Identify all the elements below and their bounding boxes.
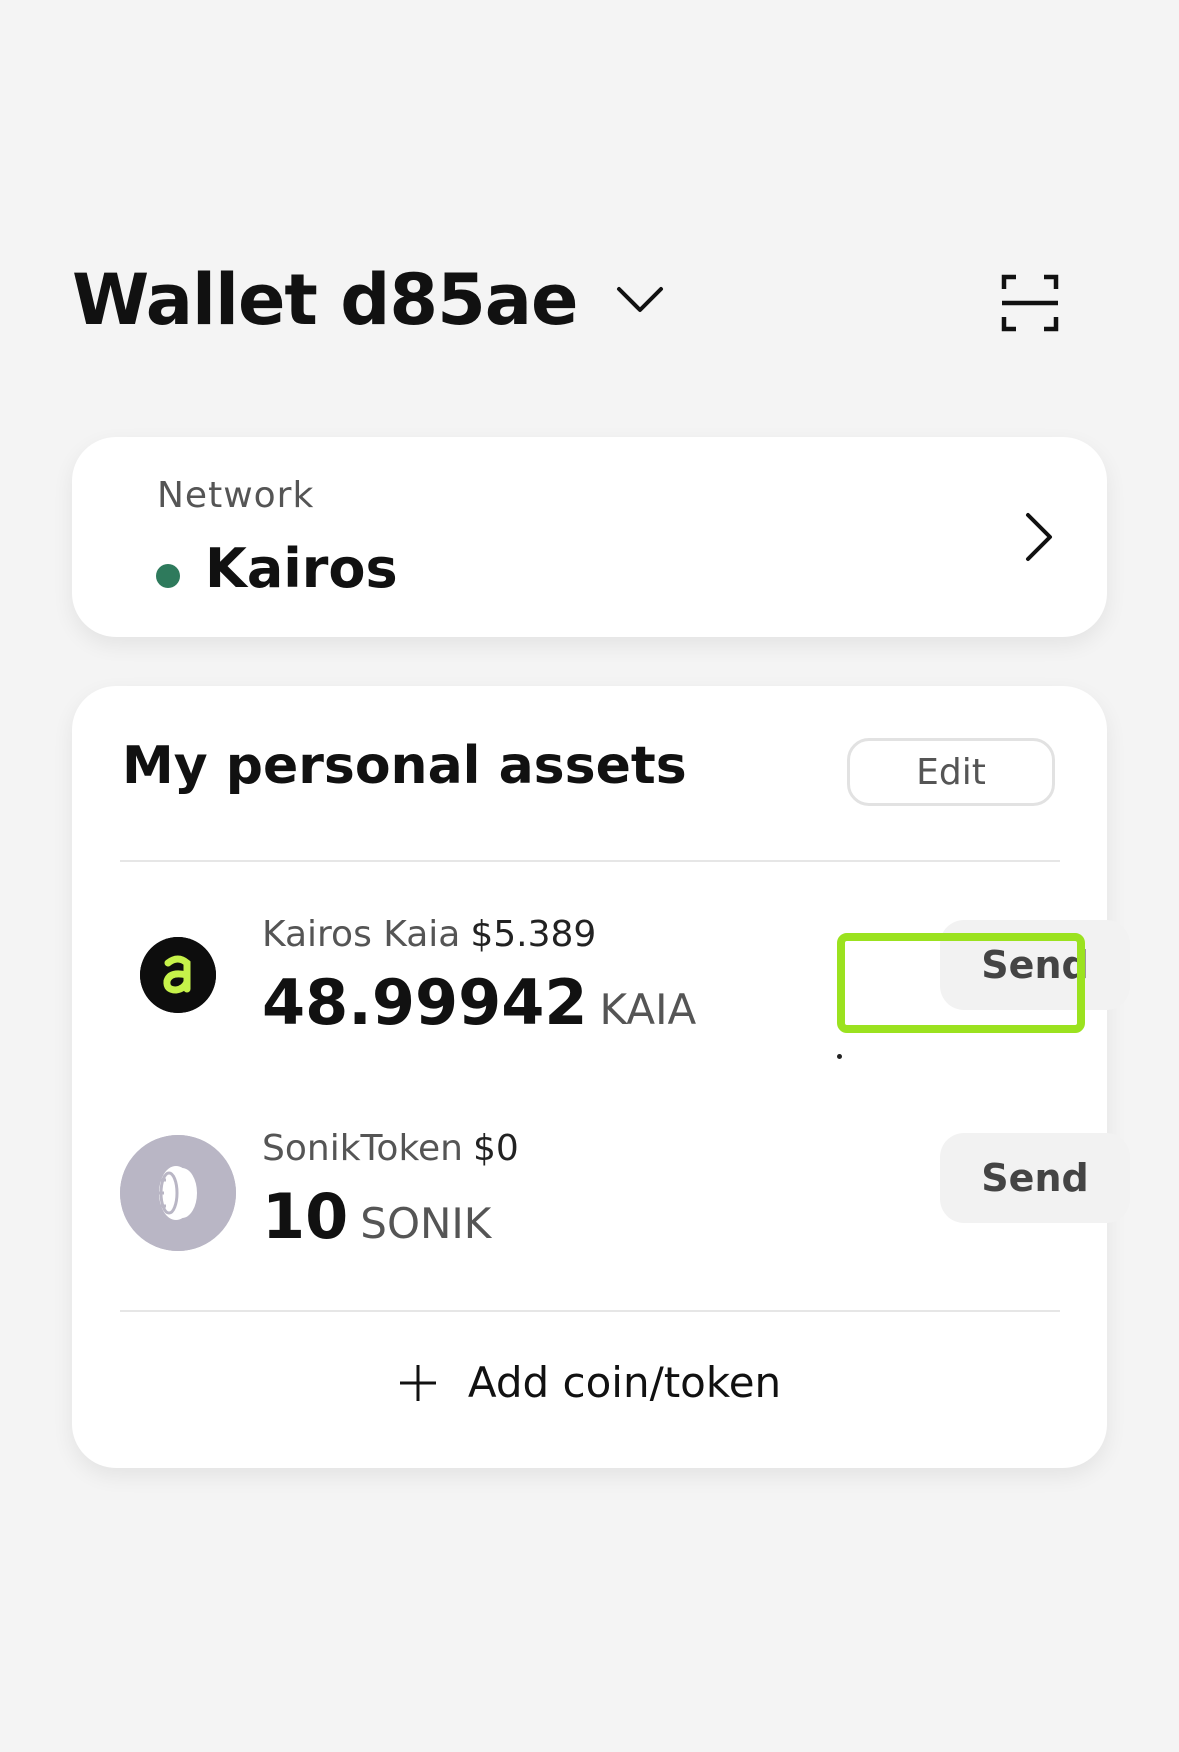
add-token-label: Add coin/token — [467, 1358, 782, 1407]
token-symbol: KAIA — [599, 985, 697, 1034]
token-coin-icon — [120, 1135, 236, 1251]
add-coin-token-button[interactable]: Add coin/token — [72, 1358, 1107, 1407]
token-symbol: SONIK — [360, 1199, 492, 1248]
token-price: $5.389 — [470, 914, 597, 955]
assets-title: My personal assets — [122, 736, 687, 796]
send-button[interactable]: Send — [940, 1133, 1130, 1223]
plus-icon — [398, 1363, 438, 1403]
wallet-selector[interactable]: Wallet d85ae — [72, 255, 667, 345]
token-amount: 10 — [262, 1180, 349, 1253]
token-amount-line: 48.99942 KAIA — [262, 966, 696, 1039]
asset-row-sonik[interactable]: SonikToken $0 10 SONIK Send — [120, 1128, 1130, 1258]
token-price: $0 — [472, 1128, 519, 1169]
token-name: Kairos Kaia — [262, 914, 461, 955]
token-amount-line: 10 SONIK — [262, 1180, 491, 1253]
cursor-dot — [837, 1054, 842, 1059]
network-card[interactable]: Network Kairos — [72, 437, 1107, 637]
kaia-logo-icon — [140, 937, 216, 1013]
wallet-title: Wallet d85ae — [72, 259, 578, 341]
token-name-line: Kairos Kaia $5.389 — [262, 914, 596, 955]
wallet-header: Wallet d85ae — [72, 255, 1072, 345]
network-name: Kairos — [205, 537, 398, 600]
network-status-dot — [156, 564, 180, 588]
token-amount: 48.99942 — [262, 966, 588, 1039]
assets-card: My personal assets Edit Kairos Kaia $5.38… — [72, 686, 1130, 1468]
asset-row-kaia[interactable]: Kairos Kaia $5.389 48.99942 KAIA Send — [120, 914, 1130, 1044]
token-name: SonikToken — [262, 1128, 463, 1169]
scan-icon[interactable] — [1000, 273, 1060, 333]
chevron-down-icon — [613, 273, 667, 327]
token-name-line: SonikToken $0 — [262, 1128, 519, 1169]
divider — [120, 1310, 1060, 1312]
send-button[interactable]: Send — [940, 920, 1130, 1010]
divider — [120, 860, 1060, 862]
network-label: Network — [157, 475, 315, 516]
edit-button[interactable]: Edit — [847, 738, 1055, 806]
chevron-right-icon — [1012, 507, 1062, 567]
